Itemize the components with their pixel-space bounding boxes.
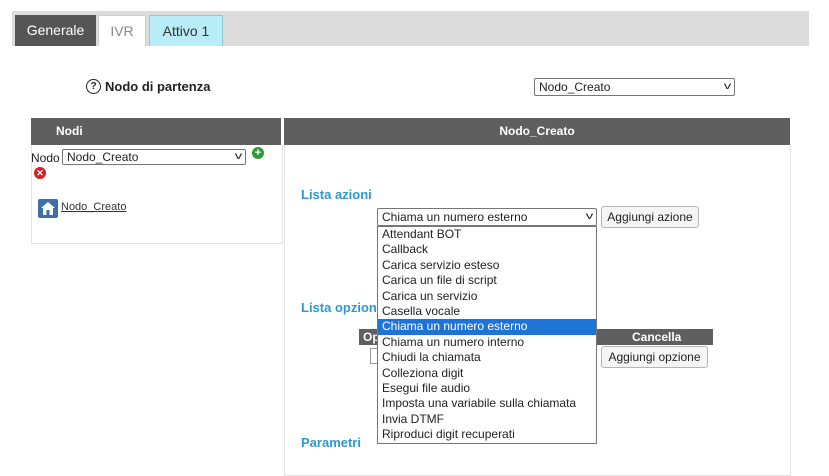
add-node-icon[interactable]: + — [252, 147, 264, 159]
dropdown-option[interactable]: Attendant BOT — [378, 227, 596, 242]
chevron-down-icon: v — [234, 151, 243, 162]
nodo-select-value: Nodo_Creato — [67, 150, 139, 164]
tab-ivr[interactable]: IVR — [98, 15, 146, 46]
dropdown-option[interactable]: Imposta una variabile sulla chiamata — [378, 396, 596, 411]
column-cancella: Cancella — [632, 330, 682, 344]
tab-generale[interactable]: Generale — [15, 15, 96, 46]
node-detail-header: Nodo_Creato — [284, 118, 790, 145]
tab-attivo[interactable]: Attivo 1 — [149, 15, 223, 46]
action-select[interactable]: Chiama un numero esterno v — [377, 208, 597, 226]
parametri-title: Parametri — [301, 435, 361, 450]
dropdown-option[interactable]: Carica un file di script — [378, 273, 596, 288]
dropdown-option[interactable]: Esegui file audio — [378, 381, 596, 396]
action-dropdown-list[interactable]: Attendant BOT Callback Carica servizio est… — [377, 226, 597, 444]
aggiungi-opzione-button[interactable]: Aggiungi opzione — [601, 346, 708, 368]
dropdown-option[interactable]: Carica servizio esteso — [378, 258, 596, 273]
tab-bar: Generale IVR Attivo 1 — [12, 11, 809, 46]
nodo-label: Nodo — [31, 151, 60, 165]
start-node-label: ? Nodo di partenza — [86, 79, 210, 94]
home-node-icon[interactable] — [38, 199, 58, 218]
lista-opzioni-title: Lista opzioni — [301, 300, 381, 315]
dropdown-option[interactable]: Colleziona digit — [378, 366, 596, 381]
dropdown-option[interactable]: Chiama un numero esterno — [378, 319, 596, 335]
start-node-select-value: Nodo_Creato — [539, 80, 611, 94]
lista-azioni-title: Lista azioni — [301, 187, 372, 202]
dropdown-option[interactable]: Chiudi la chiamata — [378, 350, 596, 365]
start-node-text: Nodo di partenza — [105, 79, 211, 94]
dropdown-option[interactable]: Chiama un numero interno — [378, 335, 596, 350]
nodo-select[interactable]: Nodo_Creato v — [62, 149, 246, 165]
dropdown-option[interactable]: Casella vocale — [378, 304, 596, 319]
nodes-panel-header: Nodi — [31, 118, 281, 145]
chevron-down-icon: v — [585, 211, 594, 222]
chevron-down-icon: v — [723, 81, 732, 92]
dropdown-option[interactable]: Callback — [378, 242, 596, 257]
start-node-select[interactable]: Nodo_Creato v — [534, 78, 735, 96]
dropdown-option[interactable]: Carica un servizio — [378, 289, 596, 304]
aggiungi-azione-button[interactable]: Aggiungi azione — [601, 206, 699, 228]
help-icon[interactable]: ? — [86, 79, 101, 94]
delete-node-icon[interactable]: ✕ — [34, 167, 46, 179]
dropdown-option[interactable]: Riproduci digit recuperati — [378, 427, 596, 442]
action-select-value: Chiama un numero esterno — [382, 210, 528, 224]
node-link[interactable]: Nodo_Creato — [61, 201, 126, 213]
dropdown-option[interactable]: Invia DTMF — [378, 412, 596, 427]
